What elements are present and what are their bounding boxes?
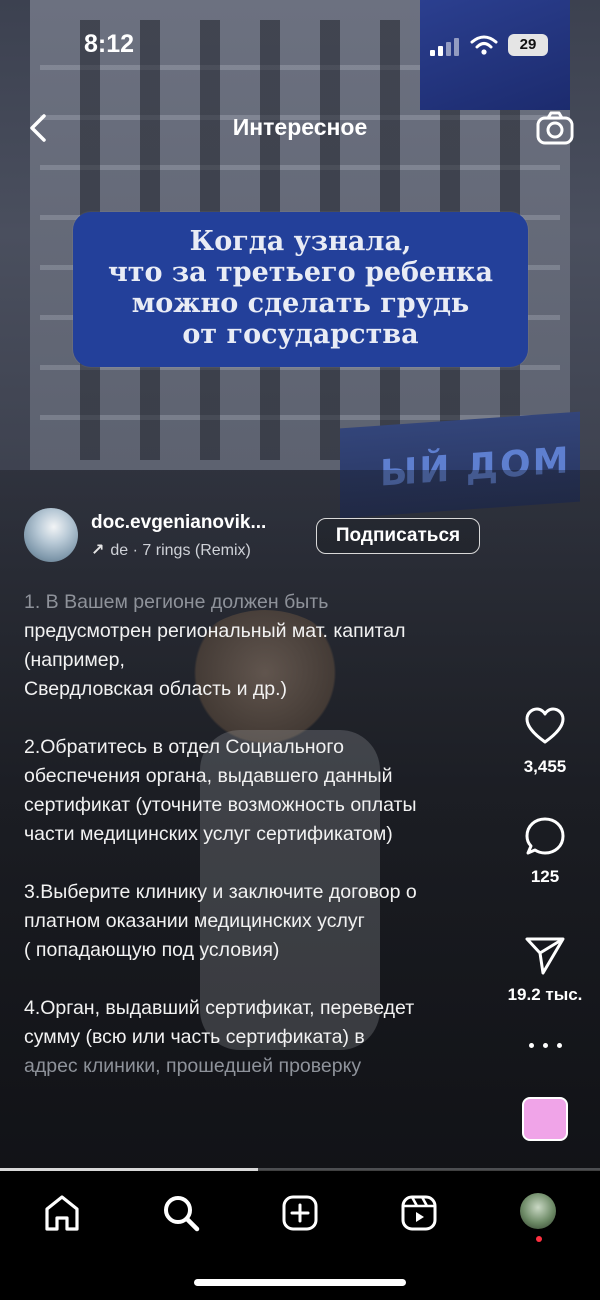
create-icon[interactable]	[278, 1191, 322, 1235]
author-username[interactable]: doc.evgenianovik...	[91, 512, 266, 534]
video-caption-text: Когда узнала, что за третьего ребенка можн…	[107, 226, 493, 350]
description-line: 4.Орган, выдавший сертификат, переведет	[24, 997, 415, 1019]
share-action: 19.2 тыс.	[500, 933, 590, 1005]
description-line: сертификат (уточните возможность оплаты	[24, 794, 417, 816]
description-line: 2.Обратитесь в отдел Социального	[24, 736, 344, 758]
description-line: адрес клиники, прошедшей проверку	[24, 1055, 362, 1077]
notification-dot	[536, 1236, 542, 1242]
like-count: 3,455	[523, 757, 567, 776]
cellular-signal-icon	[430, 38, 460, 56]
search-icon[interactable]	[159, 1191, 203, 1235]
page-title: Интересное	[232, 114, 368, 140]
audio-arrow-icon: ↗	[91, 542, 105, 559]
description-line: 3.Выберите клинику и заключите договор о	[24, 881, 417, 903]
follow-button[interactable]: Подписаться	[316, 518, 480, 554]
reels-header: Интересное	[0, 108, 600, 148]
camera-icon[interactable]	[535, 110, 575, 146]
comment-count: 125	[530, 867, 560, 886]
description-paragraph: 1. В Вашем регионе должен быть предусмотр…	[24, 588, 494, 704]
description-line: сумму (всю или часть сертификата) в	[24, 1026, 365, 1048]
status-bar: 8:12 29	[0, 28, 600, 64]
audio-track[interactable]: ↗ de · 7 rings (Remix)	[91, 540, 251, 560]
wifi-icon	[470, 35, 498, 55]
description-line: Свердловская область и др.)	[24, 678, 288, 700]
author-row: doc.evgenianovik... ↗ de · 7 rings (Remix…	[24, 508, 584, 568]
heart-icon[interactable]	[523, 705, 567, 749]
profile-avatar[interactable]	[520, 1193, 556, 1229]
video-caption-box: Когда узнала, что за третьего ребенка можн…	[73, 212, 528, 367]
home-icon[interactable]	[40, 1191, 84, 1235]
more-options-icon[interactable]	[524, 1035, 568, 1055]
description-line: 1. В Вашем регионе должен быть	[24, 591, 329, 613]
description-paragraph: 4.Орган, выдавший сертификат, переведет с…	[24, 994, 494, 1081]
description-line: части медицинских услуг сертификатом)	[24, 823, 393, 845]
comment-action: 125	[500, 815, 590, 887]
audio-track-label: de · 7 rings (Remix)	[110, 542, 251, 559]
description-line: предусмотрен региональный мат. капитал	[24, 620, 406, 642]
comment-icon[interactable]	[523, 815, 567, 859]
battery-indicator: 29	[508, 34, 548, 56]
home-indicator	[194, 1279, 406, 1286]
description-paragraph: 2.Обратитесь в отдел Социального обеспече…	[24, 733, 494, 849]
share-count: 19.2 тыс.	[507, 985, 583, 1004]
description-paragraph: 3.Выберите клинику и заключите договор о…	[24, 878, 494, 965]
like-action: 3,455	[500, 705, 590, 777]
description-line: платном оказании медицинских услуг	[24, 910, 365, 932]
reels-icon[interactable]	[397, 1191, 441, 1235]
description-line: обеспечения органа, выдавшего данный	[24, 765, 393, 787]
description-line: (например,	[24, 649, 125, 671]
send-icon[interactable]	[523, 933, 567, 977]
post-description[interactable]: 1. В Вашем регионе должен быть предусмотр…	[24, 588, 494, 1110]
status-time: 8:12	[84, 30, 135, 58]
author-avatar[interactable]	[24, 508, 78, 562]
audio-thumbnail[interactable]	[522, 1097, 568, 1141]
description-line: ( попадающую под условия)	[24, 939, 280, 961]
